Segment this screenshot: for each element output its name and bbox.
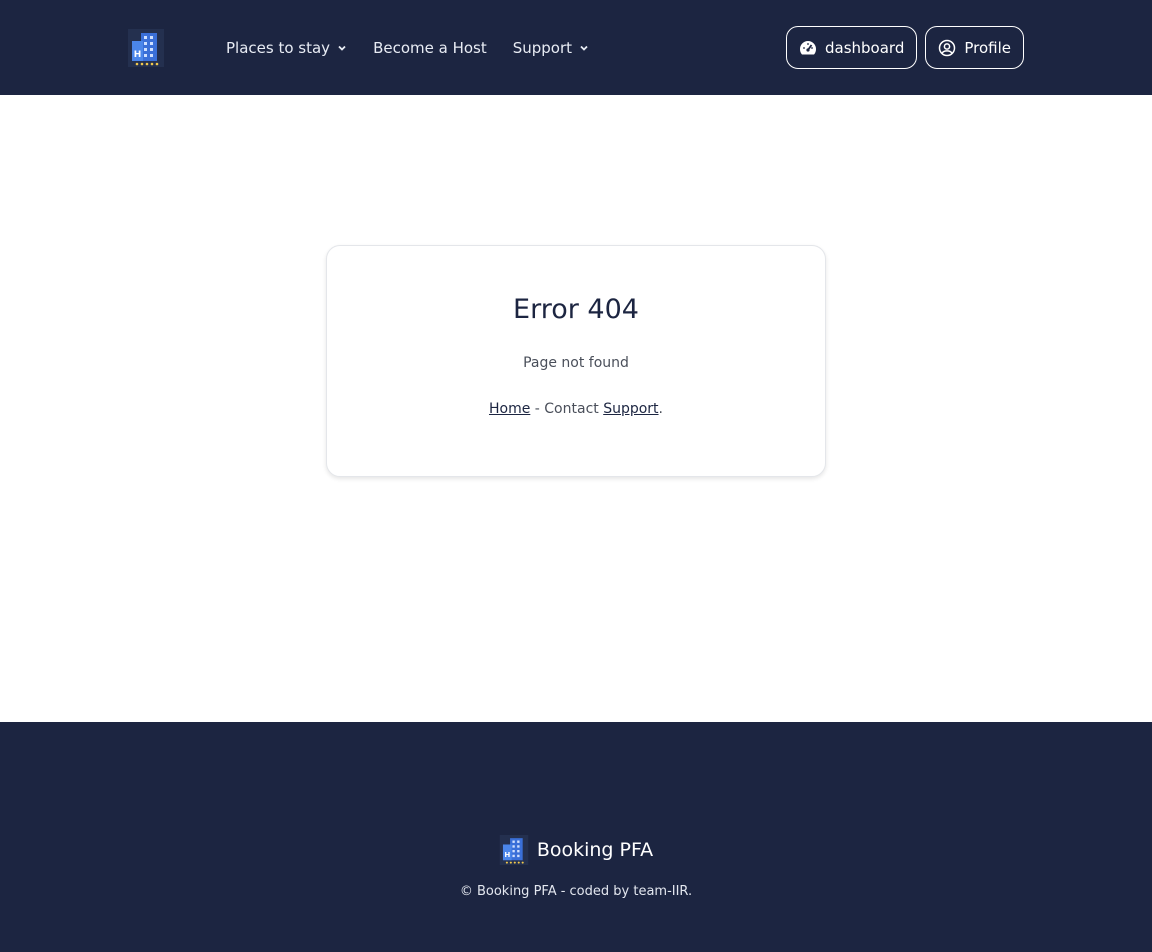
- footer-brand[interactable]: H Booking PFA: [0, 835, 1152, 865]
- dashboard-button-label: dashboard: [825, 38, 905, 57]
- speedometer-icon: [799, 40, 817, 54]
- user-circle-icon: [939, 39, 956, 56]
- chevron-down-icon: [580, 45, 588, 51]
- error-links: Home - Contact Support.: [327, 401, 825, 417]
- nav-support[interactable]: Support: [513, 39, 589, 57]
- nav-places-to-stay[interactable]: Places to stay: [226, 39, 347, 57]
- hotel-building-icon: H: [499, 835, 529, 865]
- error-message: Page not found: [523, 355, 629, 371]
- footer-brand-name: Booking PFA: [536, 839, 654, 861]
- chevron-down-icon: [338, 45, 346, 51]
- profile-button-label: Profile: [964, 38, 1011, 57]
- top-navbar: H Places to stay Become a Host Support d…: [0, 0, 1152, 95]
- dashboard-button[interactable]: dashboard: [786, 26, 918, 69]
- nav-become-a-host[interactable]: Become a Host: [373, 39, 487, 57]
- error-title: Error 404: [513, 294, 639, 325]
- support-link[interactable]: Support: [603, 401, 658, 417]
- footer: H Booking PFA © Booking PFA - coded by t…: [0, 722, 1152, 952]
- main-nav: Places to stay Become a Host Support: [226, 0, 589, 95]
- svg-text:H: H: [134, 50, 142, 60]
- period-text: .: [658, 401, 663, 417]
- nav-places-to-stay-label: Places to stay: [226, 38, 331, 57]
- hotel-building-icon[interactable]: H: [128, 29, 164, 67]
- profile-button[interactable]: Profile: [925, 26, 1024, 69]
- nav-support-label: Support: [512, 38, 573, 57]
- home-link[interactable]: Home: [489, 401, 530, 417]
- copyright-text: © Booking PFA - coded by team-IIR.: [459, 884, 693, 899]
- header-actions: dashboard Profile: [786, 26, 1024, 69]
- nav-become-a-host-label: Become a Host: [373, 38, 487, 57]
- error-card: Error 404 Page not found Home - Contact …: [326, 245, 826, 477]
- contact-text: - Contact: [530, 401, 604, 417]
- svg-text:H: H: [504, 850, 510, 859]
